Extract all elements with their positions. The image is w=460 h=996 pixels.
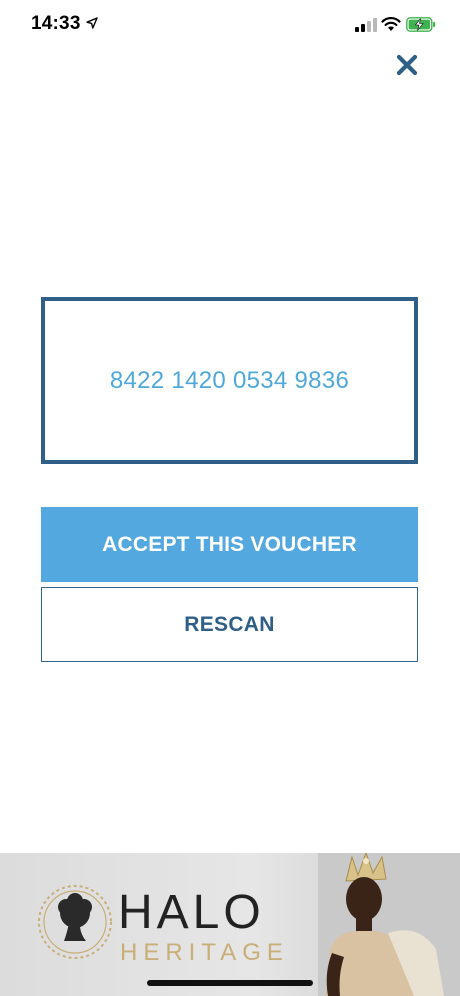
accept-voucher-button[interactable]: ACCEPT THIS VOUCHER — [41, 507, 418, 582]
close-icon — [396, 54, 418, 76]
ad-brand-heritage: HERITAGE — [120, 939, 289, 966]
battery-charging-icon — [406, 17, 436, 32]
wifi-icon — [381, 17, 401, 31]
rescan-button[interactable]: RESCAN — [41, 587, 418, 662]
cellular-signal-icon — [355, 18, 377, 32]
status-bar: 14:33 — [0, 0, 460, 50]
status-time: 14:33 — [31, 13, 81, 34]
ad-brand-halo: HALO — [118, 886, 265, 939]
model-photo — [318, 853, 460, 996]
rescan-label: RESCAN — [184, 612, 275, 636]
location-arrow-icon — [86, 17, 98, 29]
ad-banner[interactable]: HALO HERITAGE — [0, 853, 460, 996]
voucher-code: 8422 1420 0534 9836 — [109, 366, 350, 394]
home-indicator[interactable] — [147, 980, 313, 986]
close-button[interactable] — [392, 50, 422, 80]
halo-heritage-logo-emblem — [38, 885, 112, 959]
accept-voucher-label: ACCEPT THIS VOUCHER — [102, 532, 357, 556]
voucher-screen: 14:33 8422 1420 0534 9836 ACCEPT THIS VO… — [0, 0, 460, 996]
voucher-code-box: 8422 1420 0534 9836 — [41, 297, 418, 464]
